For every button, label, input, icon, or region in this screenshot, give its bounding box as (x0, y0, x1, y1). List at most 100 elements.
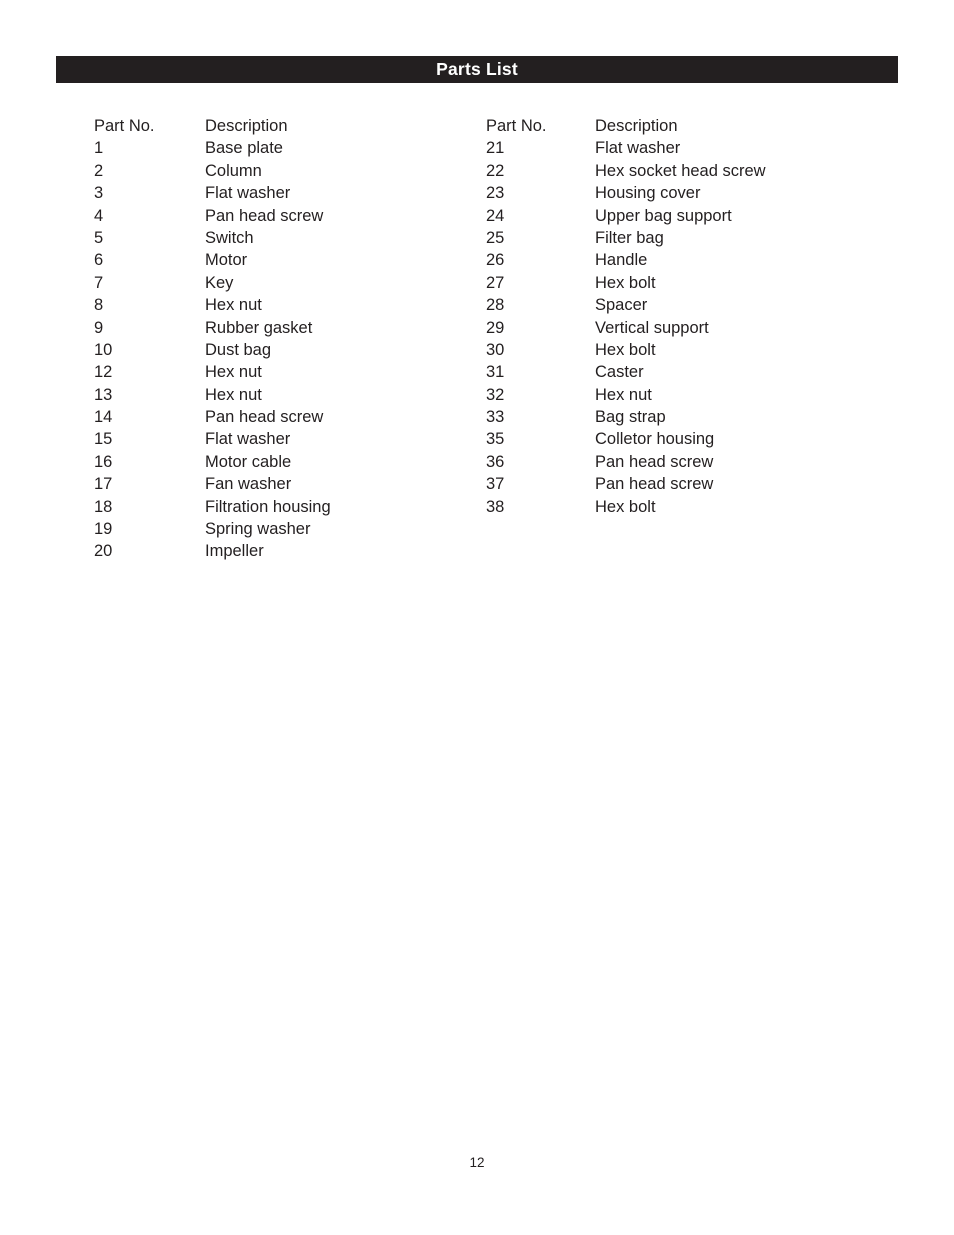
part-number-cell: 2 (94, 161, 104, 180)
part-description-cell: Hex nut (595, 385, 652, 404)
part-number-cell: 15 (94, 430, 113, 449)
part-number-cell: 18 (94, 497, 113, 516)
part-number-cell: 33 (486, 408, 505, 427)
part-number-cell: 23 (486, 184, 505, 203)
part-description-cell: Handle (595, 251, 648, 270)
table-row: 2 Column (94, 160, 331, 182)
table-row: 27 Hex bolt (486, 272, 766, 294)
part-description-cell: Pan head screw (205, 408, 324, 427)
table-header-row: Part No. Description (486, 115, 766, 137)
part-description-cell: Bag strap (595, 408, 666, 427)
part-description-cell: Vertical support (595, 318, 709, 337)
part-description-cell: Flat washer (595, 139, 681, 158)
part-number-cell: 6 (94, 251, 104, 270)
part-number-cell: 12 (94, 363, 113, 382)
parts-column-right: Part No. Description 21 Flat washer 22 Hex s… (486, 115, 766, 518)
part-description-cell: Fan washer (205, 475, 292, 494)
table-row: 26 Handle (486, 249, 766, 271)
part-description-cell: Hex socket head screw (595, 161, 766, 180)
part-description-cell: Column (205, 161, 262, 180)
part-description-cell: Spacer (595, 296, 648, 315)
part-number-cell: 38 (486, 497, 505, 516)
table-row: 16 Motor cable (94, 451, 331, 473)
part-description-cell: Hex nut (205, 385, 262, 404)
part-number-cell: 20 (94, 542, 113, 561)
table-row: 19 Spring washer (94, 518, 331, 540)
part-description-cell: Switch (205, 228, 254, 247)
part-description-cell: Dust bag (205, 340, 272, 359)
table-row: 5 Switch (94, 227, 331, 249)
part-description-cell: Housing cover (595, 184, 701, 203)
parts-list-page: Parts List Part No. Description 1 Base pla… (0, 0, 954, 1235)
part-description-cell: Base plate (205, 139, 283, 158)
part-description-cell: Caster (595, 363, 644, 382)
part-description-cell: Colletor housing (595, 430, 715, 449)
part-number-cell: 16 (94, 452, 113, 471)
part-number-cell: 29 (486, 318, 505, 337)
part-number-cell: 32 (486, 385, 505, 404)
table-row: 31 Caster (486, 361, 766, 383)
part-number-cell: 28 (486, 296, 505, 315)
table-row: 7 Key (94, 272, 331, 294)
table-row: 38 Hex bolt (486, 496, 766, 518)
table-row: 6 Motor (94, 249, 331, 271)
part-number-cell: 1 (94, 139, 104, 158)
part-description-cell: Motor (205, 251, 248, 270)
parts-rows-left: 1 Base plate 2 Column 3 Flat washer 4 Pan head … (94, 137, 331, 562)
part-description-cell: Spring washer (205, 520, 311, 539)
part-description-cell: Rubber gasket (205, 318, 313, 337)
table-row: 18 Filtration housing (94, 496, 331, 518)
part-number-cell: 3 (94, 184, 104, 203)
column-header-description: Description (595, 117, 678, 135)
part-description-cell: Pan head screw (595, 475, 714, 494)
part-number-cell: 9 (94, 318, 104, 337)
part-description-cell: Hex nut (205, 363, 262, 382)
column-header-part-no: Part No. (486, 117, 547, 135)
table-row: 30 Hex bolt (486, 339, 766, 361)
table-row: 25 Filter bag (486, 227, 766, 249)
table-row: 36 Pan head screw (486, 451, 766, 473)
part-number-cell: 30 (486, 340, 505, 359)
part-number-cell: 35 (486, 430, 505, 449)
table-row: 24 Upper bag support (486, 205, 766, 227)
table-row: 9 Rubber gasket (94, 317, 331, 339)
part-number-cell: 37 (486, 475, 505, 494)
part-number-cell: 27 (486, 273, 505, 292)
table-row: 17 Fan washer (94, 473, 331, 495)
part-description-cell: Key (205, 273, 234, 292)
part-number-cell: 22 (486, 161, 505, 180)
part-number-cell: 19 (94, 520, 113, 539)
part-description-cell: Hex nut (205, 296, 262, 315)
table-row: 12 Hex nut (94, 361, 331, 383)
table-row: 10 Dust bag (94, 339, 331, 361)
column-header-description: Description (205, 117, 288, 135)
part-number-cell: 14 (94, 408, 113, 427)
part-number-cell: 17 (94, 475, 113, 494)
part-number-cell: 7 (94, 273, 104, 292)
part-number-cell: 24 (486, 206, 505, 225)
part-description-cell: Filter bag (595, 228, 664, 247)
table-row: 3 Flat washer (94, 182, 331, 204)
table-row: 15 Flat washer (94, 428, 331, 450)
part-number-cell: 5 (94, 228, 104, 247)
table-row: 28 Spacer (486, 294, 766, 316)
part-description-cell: Flat washer (205, 430, 291, 449)
table-row: 4 Pan head screw (94, 205, 331, 227)
part-number-cell: 31 (486, 363, 505, 382)
table-row: 37 Pan head screw (486, 473, 766, 495)
part-number-cell: 36 (486, 452, 505, 471)
part-number-cell: 10 (94, 340, 113, 359)
part-description-cell: Upper bag support (595, 206, 732, 225)
part-description-cell: Pan head screw (205, 206, 324, 225)
part-description-cell: Hex bolt (595, 273, 656, 292)
column-header-part-no: Part No. (94, 117, 155, 135)
table-row: 23 Housing cover (486, 182, 766, 204)
part-description-cell: Filtration housing (205, 497, 331, 516)
part-number-cell: 4 (94, 206, 104, 225)
table-row: 20 Impeller (94, 540, 331, 562)
table-row: 32 Hex nut (486, 384, 766, 406)
part-description-cell: Flat washer (205, 184, 291, 203)
table-row: 29 Vertical support (486, 317, 766, 339)
table-row: 8 Hex nut (94, 294, 331, 316)
table-row: 33 Bag strap (486, 406, 766, 428)
